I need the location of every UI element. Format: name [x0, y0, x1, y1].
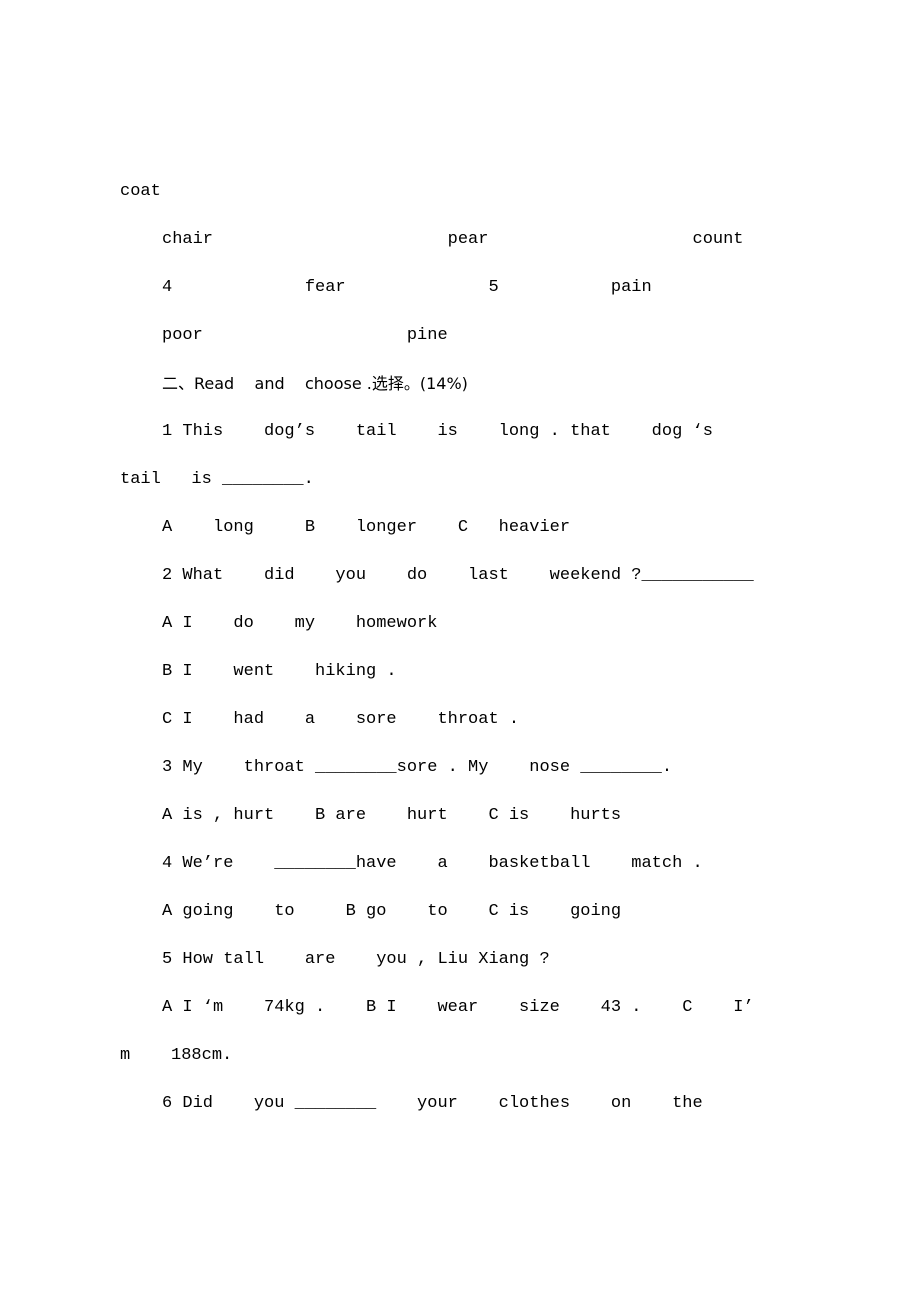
document-page: coat chair pear count 4 fear 5 pain poor… [0, 0, 920, 1302]
question-2-option-a: A I do my homework [162, 614, 438, 633]
text-line-4: poor pine [162, 326, 448, 345]
text-line-3: 4 fear 5 pain [162, 278, 652, 297]
question-4-options: A going to B go to C is going [162, 902, 622, 921]
question-2-stem: 2 What did you do last weekend ?________… [162, 566, 754, 585]
text-line-2: chair pear count [162, 230, 744, 249]
question-3-stem: 3 My throat ________sore . My nose _____… [162, 758, 673, 777]
question-2-option-b: B I went hiking . [162, 662, 397, 681]
question-3-options: A is , hurt B are hurt C is hurts [162, 806, 622, 825]
question-5-stem: 5 How tall are you , Liu Xiang ? [162, 950, 550, 969]
question-4-stem: 4 We’re ________have a basketball match … [162, 854, 703, 873]
question-1-stem: 1 This dog’s tail is long . that dog ‘s [162, 422, 713, 441]
question-1-stem-cont: tail is ________. [120, 470, 314, 489]
question-1-options: A long B longer C heavier [162, 518, 571, 537]
question-5-options: A I ‘m 74kg . B I wear size 43 . C I’ [162, 998, 754, 1017]
section-heading-two: 二、Read and choose .选择。(14%) [162, 374, 468, 393]
question-2-option-c: C I had a sore throat . [162, 710, 520, 729]
question-5-options-cont: m 188cm. [120, 1046, 233, 1065]
document-body: coat chair pear count 4 fear 5 pain poor… [120, 168, 820, 1128]
question-6-stem: 6 Did you ________ your clothes on the [162, 1094, 703, 1113]
text-line-1: coat [120, 182, 161, 201]
